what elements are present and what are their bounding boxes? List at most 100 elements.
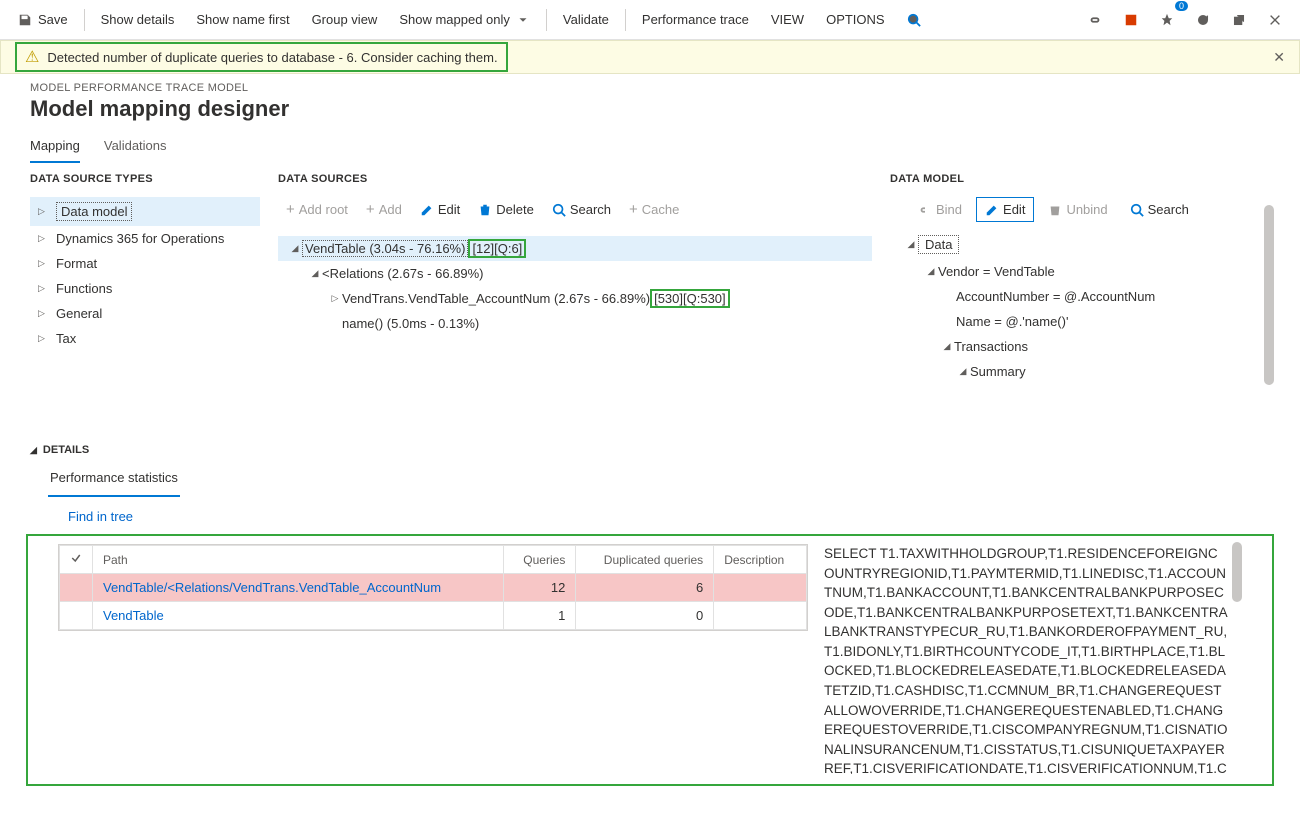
options-menu[interactable]: OPTIONS [816,5,895,35]
tree-relations[interactable]: ◢ <Relations (2.67s - 66.89%) [278,261,872,286]
tree-account[interactable]: AccountNumber = @.AccountNum [894,284,1280,309]
tree-vendtrans[interactable]: ▷ VendTrans.VendTable_AccountNum (2.67s … [278,286,872,311]
dm-toolbar: Bind Edit Unbind Search [910,193,1280,230]
tab-validations[interactable]: Validations [104,132,167,163]
col-dup[interactable]: Duplicated queries [576,546,714,574]
tree-vendor[interactable]: ◢Vendor = VendTable [894,259,1280,284]
ds-search-button[interactable]: Search [544,197,619,222]
warning-icon: ⚠ [25,47,39,67]
tree-namefn[interactable]: name() (5.0ms - 0.13%) [278,311,872,336]
find-in-tree-link[interactable]: Find in tree [30,505,1270,534]
dst-item-functions[interactable]: ▷Functions [30,276,260,301]
caret-icon[interactable]: ◢ [30,445,37,456]
grid-header-row: Path Queries Duplicated queries Descript… [60,546,807,574]
tree-label: Name = @.'name()' [956,314,1068,329]
toolbar: Save Show details Show name first Group … [0,0,1300,40]
grid-row[interactable]: VendTable 1 0 [60,602,807,630]
office-icon-button[interactable] [1114,5,1148,35]
refresh-button[interactable] [1186,5,1220,35]
col-path[interactable]: Path [93,546,504,574]
tree-name[interactable]: Name = @.'name()' [894,309,1280,334]
caret-icon[interactable]: ◢ [308,268,322,279]
edit-label: Edit [1003,202,1025,217]
popout-icon [1232,13,1246,27]
tree-summary[interactable]: ◢Summary [894,359,1280,384]
dst-label: Functions [56,281,112,296]
dst-item-data-model[interactable]: ▷Data model [30,197,260,226]
show-details-button[interactable]: Show details [91,5,185,35]
show-mapped-only-button[interactable]: Show mapped only [389,5,540,35]
data-model-panel: DATA MODEL Bind Edit Unbind Search ◢Data… [890,173,1280,384]
path-link[interactable]: VendTable [103,608,164,623]
path-link[interactable]: VendTable/<Relations/VendTrans.VendTable… [103,580,441,595]
tree-transactions[interactable]: ◢Transactions [894,334,1280,359]
caret-icon[interactable]: ◢ [904,239,918,250]
add-root-label: Add root [299,202,348,217]
dm-edit-button[interactable]: Edit [976,197,1034,222]
dm-heading: DATA MODEL [890,173,1280,193]
details-heading: DETAILS [43,444,89,456]
caret-icon[interactable]: ◢ [924,266,938,277]
tab-mapping[interactable]: Mapping [30,132,80,163]
perf-grid-area: Path Queries Duplicated queries Descript… [58,536,808,774]
dst-item-format[interactable]: ▷Format [30,251,260,276]
warning-text: Detected number of duplicate queries to … [47,50,497,65]
notifications-button[interactable]: 0 [1150,5,1184,35]
dst-item-dynamics[interactable]: ▷Dynamics 365 for Operations [30,226,260,251]
search-button[interactable] [897,5,931,35]
dst-item-general[interactable]: ▷General [30,301,260,326]
cell-desc [714,602,807,630]
tree-label: Vendor = VendTable [938,264,1055,279]
notif-badge: 0 [1175,1,1188,11]
save-icon [18,13,32,27]
tree-vendtable[interactable]: ◢ VendTable (3.04s - 76.16%)[12][Q:6] [278,236,872,261]
pencil-icon [420,203,434,217]
pin-icon [1160,13,1174,27]
caret-icon[interactable]: ◢ [940,341,954,352]
validate-button[interactable]: Validate [553,5,619,35]
tree-label: VendTrans.VendTable_AccountNum (2.67s - … [342,291,650,306]
cell-dup: 0 [576,602,714,630]
caret-icon: ▷ [38,206,48,217]
warning-close-button[interactable]: ✕ [1273,49,1285,66]
trash-icon [1048,203,1062,217]
bind-button[interactable]: Bind [910,198,970,221]
query-badge: [530][Q:530] [650,289,730,308]
cache-button[interactable]: +Cache [621,197,687,222]
warning-bar: ⚠ Detected number of duplicate queries t… [0,40,1300,74]
close-button[interactable] [1258,5,1292,35]
delete-button[interactable]: Delete [470,197,542,222]
dst-item-tax[interactable]: ▷Tax [30,326,260,351]
performance-statistics-tab[interactable]: Performance statistics [48,464,180,497]
caret-icon[interactable]: ▷ [328,293,342,304]
grid-row[interactable]: VendTable/<Relations/VendTrans.VendTable… [60,574,807,602]
refresh-icon [1196,13,1210,27]
popout-button[interactable] [1222,5,1256,35]
warning-highlight: ⚠ Detected number of duplicate queries t… [15,42,508,72]
caret-icon[interactable]: ◢ [956,366,970,377]
dm-search-button[interactable]: Search [1122,198,1197,221]
scrollbar[interactable] [1264,205,1274,385]
search-label: Search [1148,202,1189,217]
view-menu[interactable]: VIEW [761,5,814,35]
trash-icon [478,203,492,217]
details-header[interactable]: ◢ DETAILS [30,444,1270,464]
link-icon-button[interactable] [1078,5,1112,35]
scrollbar[interactable] [1232,542,1242,602]
col-desc[interactable]: Description [714,546,807,574]
tree-data[interactable]: ◢Data [894,230,1280,259]
show-name-first-button[interactable]: Show name first [186,5,299,35]
edit-button[interactable]: Edit [412,197,468,222]
performance-trace-button[interactable]: Performance trace [632,5,759,35]
link-icon [918,203,932,217]
add-button[interactable]: +Add [358,197,410,222]
col-queries[interactable]: Queries [504,546,576,574]
tree-label: VendTable (3.04s - 76.16%) [302,240,468,257]
caret-icon[interactable]: ◢ [288,243,302,254]
bind-label: Bind [936,202,962,217]
save-button[interactable]: Save [8,5,78,35]
add-root-button[interactable]: +Add root [278,197,356,222]
group-view-button[interactable]: Group view [302,5,388,35]
select-all[interactable] [60,546,93,574]
unbind-button[interactable]: Unbind [1040,198,1115,221]
